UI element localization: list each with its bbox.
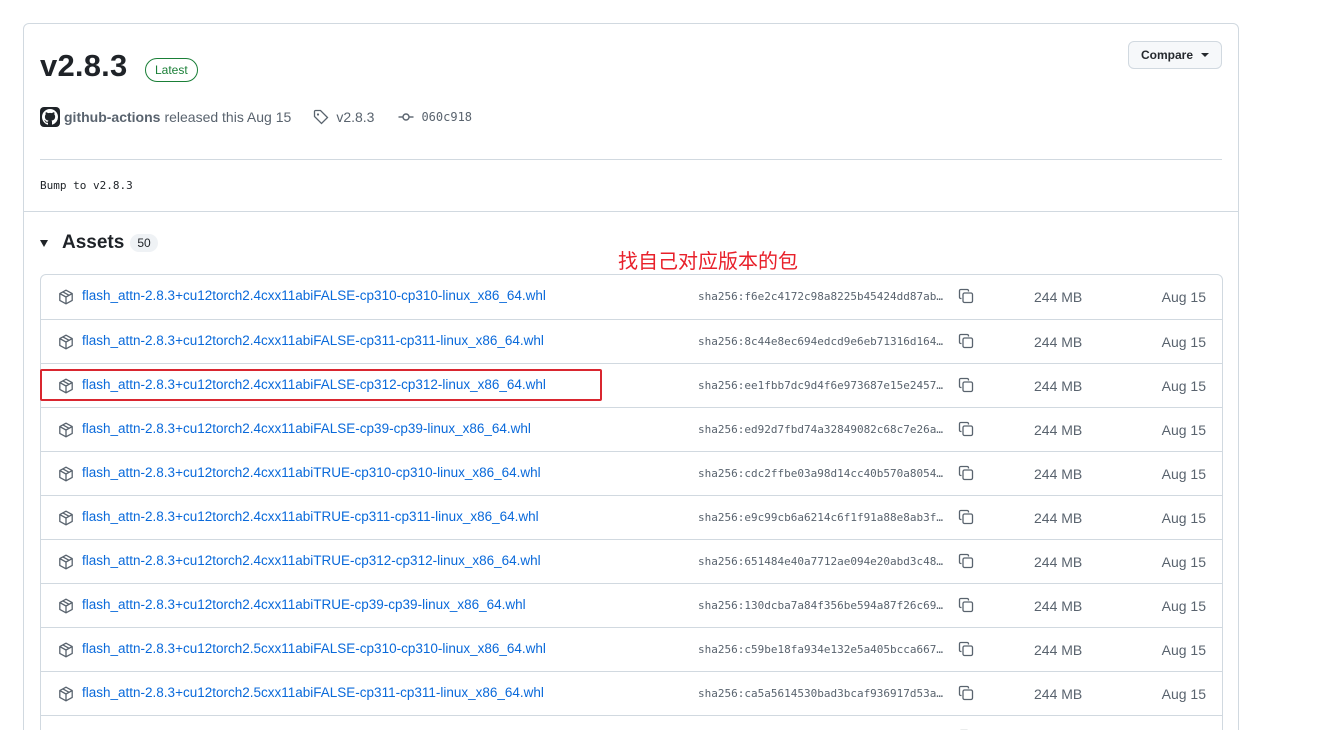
- asset-sha256: sha256:cdc2ffbe03a98d14cc40b570a8054…: [698, 467, 944, 480]
- assets-title: Assets: [62, 232, 125, 253]
- asset-row: flash_attn-2.8.3+cu12torch2.4cxx11abiFAL…: [41, 275, 1222, 319]
- asset-row: flash_attn-2.8.3+cu12torch2.4cxx11abiTRU…: [41, 495, 1222, 539]
- asset-date: Aug 15: [1161, 334, 1206, 350]
- asset-download-link[interactable]: flash_attn-2.8.3+cu12torch2.5cxx11abiFAL…: [82, 641, 546, 656]
- assets-toggle[interactable]: Assets 50: [40, 232, 158, 254]
- asset-sha256: sha256:ca5a5614530bad3bcaf936917d53a…: [698, 687, 944, 700]
- asset-size: 244 MB: [1034, 334, 1083, 350]
- assets-list: flash_attn-2.8.3+cu12torch2.4cxx11abiFAL…: [40, 274, 1223, 730]
- asset-row: flash_attn-2.8.3+cu12torch2.4cxx11abiTRU…: [41, 539, 1222, 583]
- asset-date: Aug 15: [1161, 378, 1206, 394]
- copy-icon[interactable]: [958, 509, 974, 530]
- asset-download-link[interactable]: flash_attn-2.8.3+cu12torch2.4cxx11abiFAL…: [82, 421, 531, 436]
- release-meta: github-actions released this Aug 15 v2.8…: [40, 106, 472, 128]
- package-icon: [58, 466, 74, 487]
- release-notes: Bump to v2.8.3: [40, 179, 133, 192]
- asset-size: 244 MB: [1034, 422, 1083, 438]
- asset-row: flash_attn-2.8.3+cu12torch2.4cxx11abiFAL…: [41, 407, 1222, 451]
- asset-date: Aug 15: [1161, 510, 1206, 526]
- copy-icon[interactable]: [958, 553, 974, 574]
- copy-icon[interactable]: [958, 288, 974, 309]
- asset-sha256: sha256:ee1fbb7dc9d4f6e973687e15e2457…: [698, 379, 944, 392]
- asset-sha256: sha256:8c44e8ec694edcd9e6eb71316d164…: [698, 335, 944, 348]
- package-icon: [58, 289, 74, 310]
- release-card: v2.8.3 Latest Compare github-actions rel…: [23, 23, 1239, 730]
- triangle-down-icon: [40, 239, 48, 247]
- author-link[interactable]: github-actions: [64, 109, 160, 125]
- release-title[interactable]: v2.8.3: [40, 48, 127, 84]
- compare-button[interactable]: Compare: [1127, 41, 1222, 69]
- asset-date: Aug 15: [1161, 642, 1206, 658]
- asset-size: 244 MB: [1034, 289, 1083, 305]
- asset-date: Aug 15: [1161, 598, 1206, 614]
- divider: [40, 159, 1222, 160]
- chevron-down-icon: [1201, 53, 1209, 57]
- commit-icon: [398, 113, 414, 121]
- asset-size: 244 MB: [1034, 598, 1083, 614]
- section-divider: [24, 211, 1238, 212]
- asset-sha256: sha256:130dcba7a84f356be594a87f26c69…: [698, 599, 944, 612]
- asset-download-link[interactable]: flash_attn-2.8.3+cu12torch2.4cxx11abiFAL…: [82, 333, 544, 348]
- asset-row: flash_attn-2.8.3+cu12torch2.5cxx11abiFAL…: [41, 671, 1222, 715]
- asset-date: Aug 15: [1161, 466, 1206, 482]
- asset-download-link[interactable]: flash_attn-2.8.3+cu12torch2.4cxx11abiTRU…: [82, 597, 526, 612]
- asset-date: Aug 15: [1161, 686, 1206, 702]
- package-icon: [58, 378, 74, 399]
- asset-row: flash_attn-2.8.3+cu12torch2.4cxx11abiTRU…: [41, 583, 1222, 627]
- asset-row: flash_attn-2.8.3+cu12torch2.5cxx11abiFAL…: [41, 627, 1222, 671]
- asset-date: Aug 15: [1161, 289, 1206, 305]
- asset-row: [41, 715, 1222, 730]
- asset-sha256: sha256:c59be18fa934e132e5a405bcca667…: [698, 643, 944, 656]
- copy-icon[interactable]: [958, 377, 974, 398]
- copy-icon[interactable]: [958, 465, 974, 486]
- asset-download-link[interactable]: flash_attn-2.8.3+cu12torch2.4cxx11abiTRU…: [82, 553, 541, 568]
- commit-hash: 060c918: [421, 110, 473, 124]
- package-icon: [58, 422, 74, 443]
- asset-download-link[interactable]: flash_attn-2.8.3+cu12torch2.5cxx11abiFAL…: [82, 685, 544, 700]
- asset-download-link[interactable]: flash_attn-2.8.3+cu12torch2.4cxx11abiTRU…: [82, 465, 541, 480]
- asset-download-link[interactable]: flash_attn-2.8.3+cu12torch2.4cxx11abiFAL…: [82, 288, 546, 303]
- github-logo-icon: [42, 109, 58, 125]
- asset-size: 244 MB: [1034, 378, 1083, 394]
- asset-date: Aug 15: [1161, 554, 1206, 570]
- asset-date: Aug 15: [1161, 422, 1206, 438]
- copy-icon[interactable]: [958, 421, 974, 442]
- package-icon: [58, 334, 74, 355]
- released-text: released this Aug 15: [164, 109, 292, 125]
- package-icon: [58, 686, 74, 707]
- asset-size: 244 MB: [1034, 554, 1083, 570]
- asset-sha256: sha256:e9c99cb6a6214c6f1f91a88e8ab3f…: [698, 511, 944, 524]
- assets-count-badge: 50: [130, 234, 158, 252]
- avatar[interactable]: [40, 107, 60, 127]
- asset-size: 244 MB: [1034, 642, 1083, 658]
- asset-size: 244 MB: [1034, 686, 1083, 702]
- compare-label: Compare: [1140, 48, 1193, 62]
- asset-row: flash_attn-2.8.3+cu12torch2.4cxx11abiTRU…: [41, 451, 1222, 495]
- copy-icon[interactable]: [958, 333, 974, 354]
- package-icon: [58, 554, 74, 575]
- tag-label: v2.8.3: [336, 109, 375, 125]
- asset-sha256: sha256:f6e2c4172c98a8225b45424dd87ab…: [698, 290, 944, 303]
- package-icon: [58, 510, 74, 531]
- latest-badge: Latest: [145, 58, 198, 82]
- copy-icon[interactable]: [958, 597, 974, 618]
- package-icon: [58, 642, 74, 663]
- asset-sha256: sha256:ed92d7fbd74a32849082c68c7e26a…: [698, 423, 944, 436]
- package-icon: [58, 598, 74, 619]
- copy-icon[interactable]: [958, 641, 974, 662]
- asset-size: 244 MB: [1034, 510, 1083, 526]
- asset-row: flash_attn-2.8.3+cu12torch2.4cxx11abiFAL…: [41, 363, 1222, 407]
- tag-link[interactable]: v2.8.3: [313, 109, 374, 125]
- copy-icon[interactable]: [958, 685, 974, 706]
- tag-icon: [314, 109, 329, 125]
- asset-row: flash_attn-2.8.3+cu12torch2.4cxx11abiFAL…: [41, 319, 1222, 363]
- asset-download-link[interactable]: flash_attn-2.8.3+cu12torch2.4cxx11abiFAL…: [82, 377, 546, 392]
- asset-download-link[interactable]: flash_attn-2.8.3+cu12torch2.4cxx11abiTRU…: [82, 509, 539, 524]
- asset-size: 244 MB: [1034, 466, 1083, 482]
- annotation-text: 找自己对应版本的包: [618, 249, 798, 273]
- commit-link[interactable]: 060c918: [398, 109, 472, 125]
- asset-sha256: sha256:651484e40a7712ae094e20abd3c48…: [698, 555, 944, 568]
